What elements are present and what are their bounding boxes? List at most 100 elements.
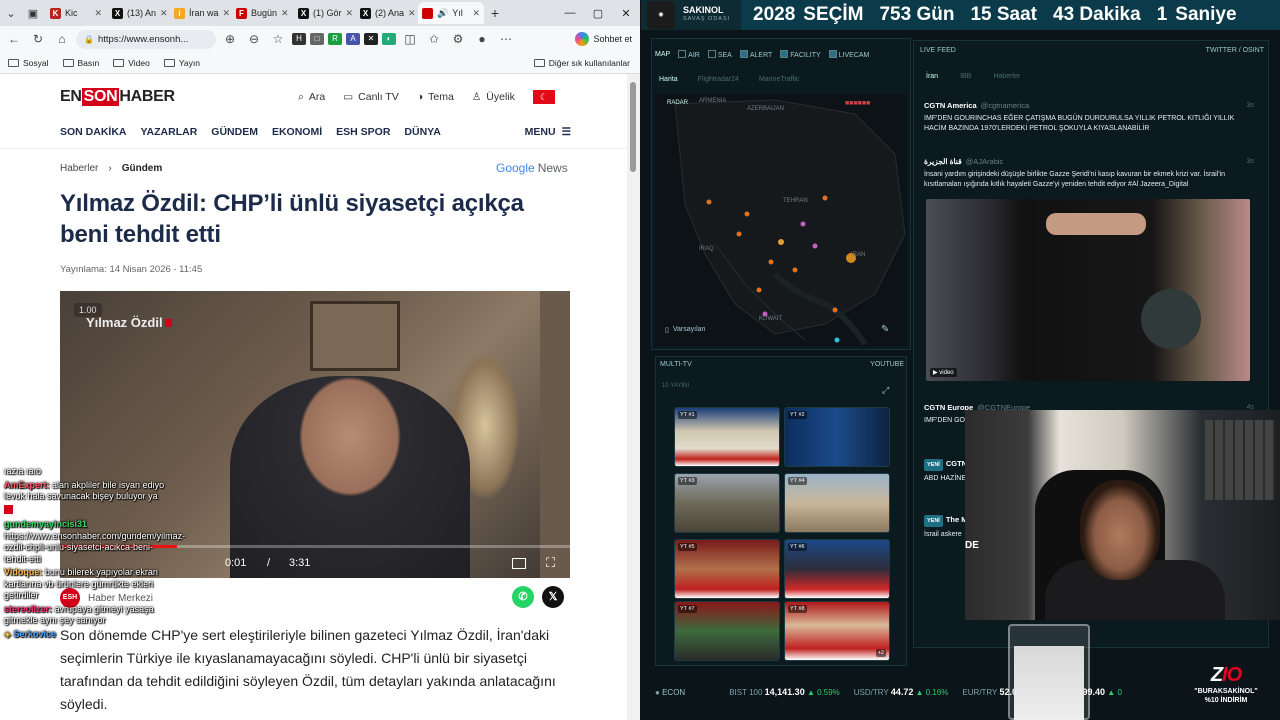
map-marker[interactable] (768, 259, 774, 265)
site-logo[interactable]: EN SON HABER (60, 88, 175, 106)
filter-livecam[interactable]: LIVECAM (828, 49, 869, 59)
reload-icon[interactable]: ↻ (28, 32, 48, 46)
tv-stream-8[interactable]: YT #8 +2 (784, 601, 890, 661)
tab-flightradar[interactable]: Flightradar24 (698, 76, 739, 83)
split-screen-icon[interactable]: ◫ (400, 32, 420, 46)
extension-icon[interactable]: □ (310, 33, 324, 45)
map-marker[interactable] (822, 195, 828, 201)
extension-icon[interactable]: ✕ (364, 33, 378, 45)
filter-facility[interactable]: FACILITY (780, 49, 821, 59)
close-tab-icon[interactable]: ✕ (160, 8, 168, 19)
reader-icon[interactable]: ⊖ (244, 32, 264, 46)
map-marker[interactable] (736, 231, 742, 237)
close-window-icon[interactable]: ✕ (612, 7, 640, 20)
tv-stream-5[interactable]: YT #5 (674, 539, 780, 599)
close-tab-icon[interactable]: ✕ (94, 8, 102, 19)
map-marker[interactable] (800, 221, 806, 227)
tab-marinetraffic[interactable]: MarineTraffic (759, 76, 799, 83)
extension-icon[interactable]: A (346, 33, 360, 45)
nav-dunya[interactable]: DÜNYA (404, 126, 440, 146)
extension-icon[interactable]: ◐ (382, 33, 396, 45)
nav-ekonomi[interactable]: EKONOMİ (272, 126, 322, 146)
filter-sea[interactable]: SEA (707, 49, 732, 59)
extension-icon[interactable]: H (292, 33, 306, 45)
map-marker[interactable] (812, 243, 818, 249)
close-tab-icon[interactable]: ✕ (346, 8, 354, 19)
profile-avatar-icon[interactable]: ● (472, 32, 492, 46)
breadcrumb-home[interactable]: Haberler (60, 163, 98, 174)
filter-alert[interactable]: ALERT (739, 49, 772, 59)
bookmark-folder[interactable]: Basın (62, 58, 99, 68)
feed-item[interactable]: قناة الجزيرة @AJArabic 3s İnsani yardım g… (924, 157, 1254, 190)
whatsapp-share-icon[interactable]: ✆ (512, 586, 534, 608)
turkish-flag-icon[interactable]: ☾ (532, 90, 555, 104)
feed-tab-ibb[interactable]: İBB (960, 73, 971, 80)
other-favorites-folder[interactable]: Diğer sık kullanılanlar (533, 58, 630, 68)
map-default-button[interactable]: ▯ Varsayılan (665, 326, 705, 334)
copilot-button[interactable]: Sohbet et (575, 32, 636, 46)
url-field[interactable]: 🔒 https://www.ensonh... (76, 29, 216, 49)
favorite-star-icon[interactable]: ☆ (268, 32, 288, 46)
membership-button[interactable]: ♙ Üyelik (472, 91, 515, 103)
extensions-icon[interactable]: ⚙ (448, 32, 468, 46)
feed-tab-haberler[interactable]: Haberler (993, 73, 1020, 80)
more-streams-badge[interactable]: +2 (875, 649, 886, 657)
favorites-icon[interactable]: ✩ (424, 32, 444, 46)
nav-yazarlar[interactable]: YAZARLAR (141, 126, 198, 146)
tv-stream-3[interactable]: YT #3 (674, 473, 780, 533)
browser-tab[interactable]: K Kic ✕ (46, 2, 106, 24)
map-marker[interactable] (832, 307, 838, 313)
lock-icon[interactable]: 🔒 (84, 35, 94, 44)
close-tab-icon[interactable]: ✕ (223, 8, 230, 19)
tv-stream-4[interactable]: YT #4 (784, 473, 890, 533)
search-button[interactable]: ⌕ Ara (298, 91, 325, 104)
bookmark-folder[interactable]: Yayın (163, 58, 200, 68)
feed-tab-iran[interactable]: İran (926, 73, 938, 80)
map-marker[interactable] (778, 239, 784, 245)
tab-harita[interactable]: Harita (659, 76, 678, 83)
nav-gundem[interactable]: GÜNDEM (211, 126, 258, 146)
nav-esh-spor[interactable]: ESH SPOR (336, 126, 390, 146)
map-marker[interactable] (744, 211, 750, 217)
map-marker[interactable] (706, 199, 712, 205)
new-tab-icon[interactable]: + (484, 2, 506, 24)
tab-actions-icon[interactable]: ⌄ (0, 2, 22, 24)
back-icon[interactable]: ← (4, 32, 24, 46)
browser-tab[interactable]: X (1) Gör ✕ (294, 2, 354, 24)
browser-tab[interactable]: F Bugün ✕ (232, 2, 292, 24)
feed-item[interactable]: CGTN America @cgtnamerica 3s IMF'DEN GOUR… (924, 101, 1254, 134)
tv-stream-7[interactable]: YT #7 (674, 601, 780, 661)
theme-button[interactable]: ◑ Tema (417, 91, 454, 103)
home-icon[interactable]: ⌂ (52, 32, 72, 46)
close-tab-icon[interactable]: ✕ (408, 8, 416, 19)
scrollbar[interactable] (627, 74, 640, 720)
fullscreen-icon[interactable]: ⛶ (546, 555, 555, 571)
tv-stream-2[interactable]: YT #2 (784, 407, 890, 467)
menu-button[interactable]: MENU ☰ (525, 126, 571, 146)
picture-in-picture-icon[interactable] (512, 557, 526, 569)
scrollbar-thumb[interactable] (630, 82, 636, 172)
map-marker[interactable] (756, 287, 762, 293)
extension-icon[interactable]: R (328, 33, 342, 45)
zoom-icon[interactable]: ⊕ (220, 32, 240, 46)
tab-audio-icon[interactable]: 🔊 (437, 8, 448, 19)
edit-icon[interactable]: ✎ (881, 324, 889, 335)
browser-tab[interactable]: X (13) An ✕ (108, 2, 168, 24)
feed-video-thumbnail[interactable]: ▶ video (926, 199, 1250, 381)
map-marker[interactable] (792, 267, 798, 273)
browser-tab[interactable]: i İran wa ✕ (170, 2, 230, 24)
google-news-link[interactable]: Google News (496, 161, 568, 175)
browser-tab-active[interactable]: 🔊 Yıl ✕ (418, 2, 484, 24)
more-menu-icon[interactable]: ⋯ (496, 32, 516, 46)
minimize-icon[interactable]: — (556, 7, 584, 20)
browser-tab[interactable]: X (2) Ana ✕ (356, 2, 416, 24)
tv-stream-6[interactable]: YT #6 (784, 539, 890, 599)
filter-air[interactable]: AIR (678, 49, 700, 59)
close-tab-icon[interactable]: ✕ (472, 8, 480, 19)
bookmark-folder[interactable]: Video (113, 58, 150, 68)
x-share-icon[interactable]: 𝕏 (542, 586, 564, 608)
close-tab-icon[interactable]: ✕ (281, 8, 289, 19)
expand-icon[interactable]: ⤢ (882, 385, 889, 396)
map-marker[interactable] (834, 337, 840, 343)
nav-son-dakika[interactable]: SON DAKİKA (60, 126, 127, 146)
